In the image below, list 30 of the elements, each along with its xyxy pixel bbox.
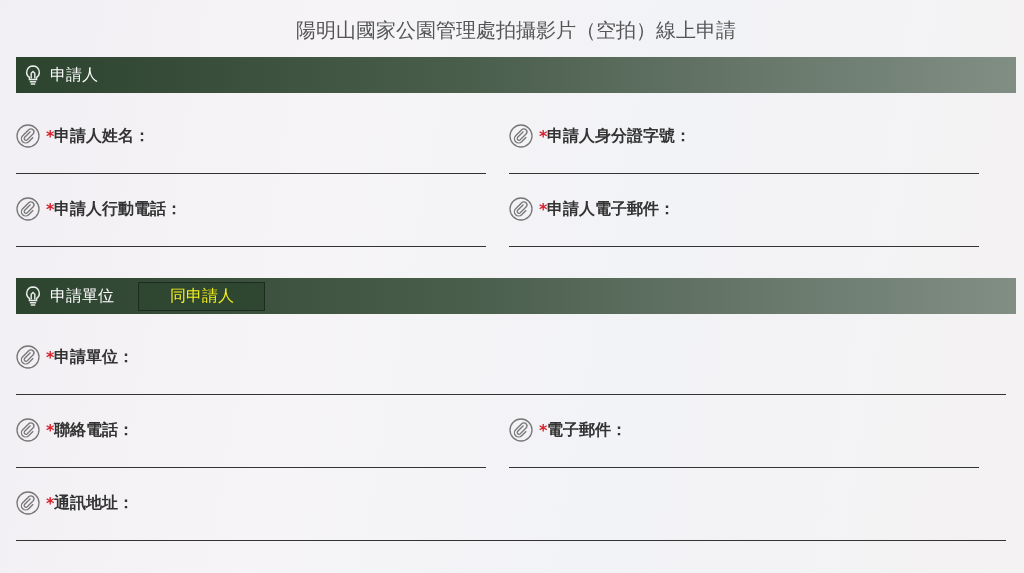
same-as-applicant-button[interactable]: 同申請人 <box>138 281 265 311</box>
field-label: 申請人電子郵件： <box>547 198 676 220</box>
lightbulb-icon <box>24 285 42 307</box>
required-mark: * <box>46 199 55 219</box>
paperclip-icon <box>16 124 40 148</box>
required-mark: * <box>539 199 548 219</box>
required-mark: * <box>46 347 55 367</box>
required-mark: * <box>539 420 548 440</box>
paperclip-icon <box>509 418 533 442</box>
field-label: 聯絡電話： <box>54 419 135 441</box>
paperclip-icon <box>16 418 40 442</box>
paperclip-icon <box>16 345 40 369</box>
field-label: 申請人姓名： <box>54 125 151 147</box>
required-mark: * <box>539 126 548 146</box>
field-label: 電子郵件： <box>547 419 628 441</box>
field-label: 通訊地址： <box>54 492 135 514</box>
required-mark: * <box>46 420 55 440</box>
paperclip-icon <box>509 197 533 221</box>
required-mark: * <box>46 493 55 513</box>
section-title: 申請人 <box>50 64 98 86</box>
required-mark: * <box>46 126 55 146</box>
paperclip-icon <box>16 491 40 515</box>
lightbulb-icon <box>24 64 42 86</box>
page-title: 陽明山國家公園管理處拍攝影片（空拍）線上申請 <box>295 17 737 44</box>
field-label: 申請人身分證字號： <box>547 125 692 147</box>
paperclip-icon <box>16 197 40 221</box>
section-title: 申請單位 <box>50 285 114 307</box>
paperclip-icon <box>509 124 533 148</box>
field-label: 申請人行動電話： <box>54 198 183 220</box>
field-label: 申請單位： <box>54 346 135 368</box>
